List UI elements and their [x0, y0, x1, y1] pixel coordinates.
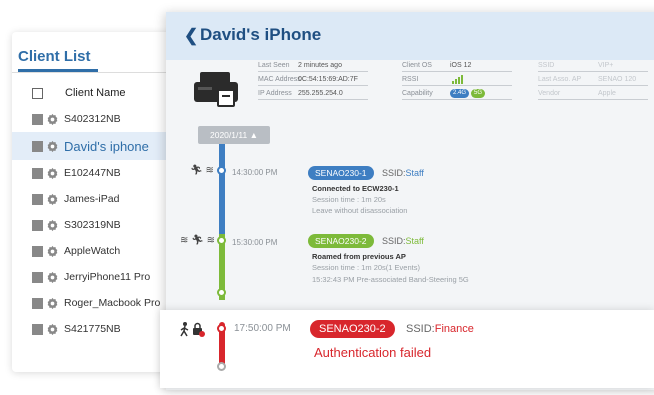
walking-wifi-icon: 🏃︎ ≋: [190, 165, 214, 176]
gear-icon: [47, 297, 58, 309]
client-name: JerryiPhone11 Pro: [64, 271, 151, 283]
date-collapse-toggle[interactable]: 2020/1/11 ▲: [198, 126, 270, 144]
event-ssid: SSID:Staff: [382, 236, 424, 246]
event-title: Connected to ECW230-1: [312, 184, 399, 193]
client-name: AppleWatch: [64, 245, 121, 257]
client-name: E102447NB: [64, 167, 121, 179]
event-detail: 15:32:43 PM Pre-associated Band-Steering…: [312, 275, 469, 284]
failure-message: Authentication failed: [314, 345, 432, 360]
ap-badge[interactable]: SENAO230-2: [308, 234, 374, 248]
select-all-checkbox[interactable]: [32, 87, 43, 99]
gear-icon: [47, 323, 58, 335]
client-checkbox[interactable]: [32, 245, 43, 257]
client-list-title: Client List: [18, 48, 91, 65]
gear-icon: [47, 140, 58, 152]
gear-icon: [47, 245, 58, 257]
ap-badge-failure[interactable]: SENAO230-2: [310, 320, 395, 338]
failure-time: 17:50:00 PM: [234, 323, 291, 334]
client-name: James-iPad: [64, 193, 120, 205]
last-seen-field: Last Seen 2 minutes ago: [258, 60, 368, 72]
chevron-left-icon[interactable]: ❮: [184, 26, 198, 46]
gear-icon: [47, 271, 58, 283]
event-detail: Session time : 1m 20s: [312, 195, 386, 204]
failure-ssid: SSID:Finance: [406, 323, 474, 335]
timeline-node[interactable]: [217, 166, 226, 175]
authentication-failure-card: 17:50:00 PM SENAO230-2 SSID:Finance Auth…: [160, 310, 654, 388]
gear-icon: [47, 113, 58, 125]
gear-icon: [47, 167, 58, 179]
client-name: S402312NB: [64, 113, 121, 125]
detail-header: ❮ David's iPhone: [166, 12, 654, 60]
gear-icon: [47, 219, 58, 231]
timeline-node[interactable]: [217, 288, 226, 297]
last-associated-ap-field: Last Asso. AP SENAO 120: [538, 74, 648, 86]
event-detail: Session time : 1m 20s(1 Events): [312, 263, 420, 272]
device-printer-icon: [194, 72, 238, 107]
client-name-column-header[interactable]: Client Name: [65, 87, 126, 99]
client-name: S302319NB: [64, 219, 121, 231]
event-ssid: SSID:Staff: [382, 168, 424, 178]
capability-field: Capability 2.4G 5G: [402, 88, 512, 100]
detail-title: David's iPhone: [200, 25, 322, 44]
client-checkbox[interactable]: [32, 297, 43, 309]
ssid-field: SSID VIP+: [538, 60, 648, 72]
vendor-field: Vendor Apple: [538, 88, 648, 100]
mac-address-field: MAC Address0C:54:15:69:AD:7F: [258, 74, 368, 86]
client-os-field: Client OS iOS 12: [402, 60, 512, 72]
timeline-node[interactable]: [217, 324, 226, 333]
event-time: 15:30:00 PM: [232, 238, 278, 247]
date-label: 2020/1/11: [210, 130, 248, 140]
ap-badge[interactable]: SENAO230-1: [308, 166, 374, 180]
signal-strength-icon: [451, 74, 463, 84]
client-checkbox[interactable]: [32, 140, 43, 152]
event-time: 14:30:00 PM: [232, 168, 278, 177]
client-name: S421775NB: [64, 323, 121, 335]
client-name: Roger_Macbook Pro: [64, 297, 161, 309]
capability-24g-badge: 2.4G: [450, 88, 470, 98]
client-checkbox[interactable]: [32, 167, 43, 179]
capability-5g-badge: 5G: [471, 88, 486, 98]
gear-icon: [47, 193, 58, 205]
timeline-node[interactable]: [217, 362, 226, 371]
client-checkbox[interactable]: [32, 271, 43, 283]
walking-lock-icon: [180, 322, 205, 337]
ip-address-field: IP Address 255.255.254.0: [258, 88, 368, 100]
client-checkbox[interactable]: [32, 113, 43, 125]
client-name: David's iphone: [64, 138, 149, 154]
roaming-wifi-icon: ≋ 🏃︎ ≋: [180, 235, 216, 246]
chevron-up-icon: ▲: [249, 130, 258, 140]
client-checkbox[interactable]: [32, 193, 43, 205]
event-detail: Leave without disassociation: [312, 206, 408, 215]
timeline-node[interactable]: [217, 236, 226, 245]
client-checkbox[interactable]: [32, 323, 43, 335]
rssi-field: RSSI: [402, 74, 512, 86]
client-checkbox[interactable]: [32, 219, 43, 231]
event-title: Roamed from previous AP: [312, 252, 406, 261]
